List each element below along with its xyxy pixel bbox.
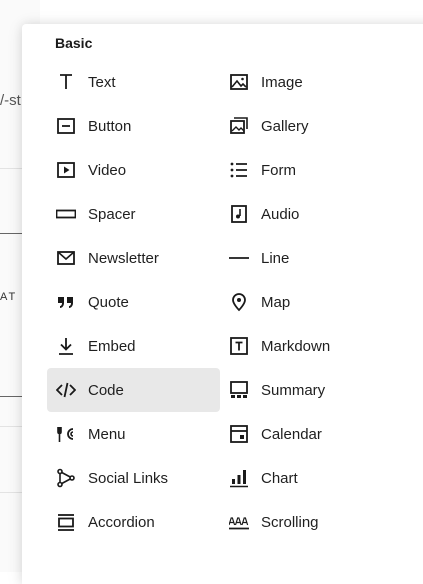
block-item-video[interactable]: Video (47, 148, 220, 192)
quote-icon (55, 291, 77, 313)
block-item-gallery[interactable]: Gallery (220, 104, 400, 148)
block-picker-panel: Basic Text Image Button Gallery Video Fo… (22, 24, 423, 584)
block-item-map[interactable]: Map (220, 280, 400, 324)
block-item-calendar[interactable]: Calendar (220, 412, 400, 456)
spacer-icon (55, 203, 77, 225)
chart-icon (228, 467, 250, 489)
block-item-label: Accordion (88, 513, 155, 531)
block-item-label: Menu (88, 425, 126, 443)
block-item-code[interactable]: Code (47, 368, 220, 412)
block-item-markdown[interactable]: Markdown (220, 324, 400, 368)
block-item-label: Image (261, 73, 303, 91)
newsletter-icon (55, 247, 77, 269)
video-icon (55, 159, 77, 181)
background-divider (0, 396, 24, 397)
block-item-label: Form (261, 161, 296, 179)
block-item-label: Embed (88, 337, 136, 355)
social-links-icon (55, 467, 77, 489)
line-icon (228, 247, 250, 269)
block-item-scrolling[interactable]: Scrolling (220, 500, 400, 544)
code-icon (55, 379, 77, 401)
block-item-form[interactable]: Form (220, 148, 400, 192)
button-icon (55, 115, 77, 137)
block-item-label: Map (261, 293, 291, 311)
block-item-label: Line (261, 249, 290, 267)
block-item-label: Summary (261, 381, 326, 399)
block-item-label: Calendar (261, 425, 322, 443)
block-item-button[interactable]: Button (47, 104, 220, 148)
background-divider (0, 233, 24, 234)
gallery-icon (228, 115, 250, 137)
block-item-label: Code (88, 381, 124, 399)
accordion-icon (55, 511, 77, 533)
block-item-label: Text (88, 73, 116, 91)
block-item-spacer[interactable]: Spacer (47, 192, 220, 236)
block-item-quote[interactable]: Quote (47, 280, 220, 324)
block-item-label: Audio (261, 205, 300, 223)
block-item-label: Newsletter (88, 249, 159, 267)
block-item-chart[interactable]: Chart (220, 456, 400, 500)
map-pin-icon (228, 291, 250, 313)
scrolling-icon (228, 511, 250, 533)
block-item-summary[interactable]: Summary (220, 368, 400, 412)
block-item-newsletter[interactable]: Newsletter (47, 236, 220, 280)
block-item-audio[interactable]: Audio (220, 192, 400, 236)
embed-icon (55, 335, 77, 357)
form-icon (228, 159, 250, 181)
block-item-social-links[interactable]: Social Links (47, 456, 220, 500)
block-item-line[interactable]: Line (220, 236, 400, 280)
summary-icon (228, 379, 250, 401)
block-item-label: Scrolling (261, 513, 319, 531)
block-item-image[interactable]: Image (220, 60, 400, 104)
section-title: Basic (55, 35, 93, 51)
markdown-icon (228, 335, 250, 357)
background-divider (0, 426, 24, 427)
block-item-label: Gallery (261, 117, 309, 135)
background-divider (0, 492, 24, 493)
block-item-label: Spacer (88, 205, 136, 223)
text-icon (55, 71, 77, 93)
block-item-text[interactable]: Text (47, 60, 220, 104)
block-item-embed[interactable]: Embed (47, 324, 220, 368)
block-item-label: Social Links (88, 469, 169, 487)
background-text-fragment: /-st (0, 92, 21, 109)
menu-icon (55, 423, 77, 445)
block-item-menu[interactable]: Menu (47, 412, 220, 456)
image-icon (228, 71, 250, 93)
block-item-accordion[interactable]: Accordion (47, 500, 220, 544)
background-divider (0, 168, 24, 169)
calendar-icon (228, 423, 250, 445)
block-item-label: Markdown (261, 337, 331, 355)
block-item-label: Chart (261, 469, 298, 487)
audio-icon (228, 203, 250, 225)
block-item-label: Button (88, 117, 132, 135)
block-item-label: Video (88, 161, 127, 179)
block-item-label: Quote (88, 293, 129, 311)
